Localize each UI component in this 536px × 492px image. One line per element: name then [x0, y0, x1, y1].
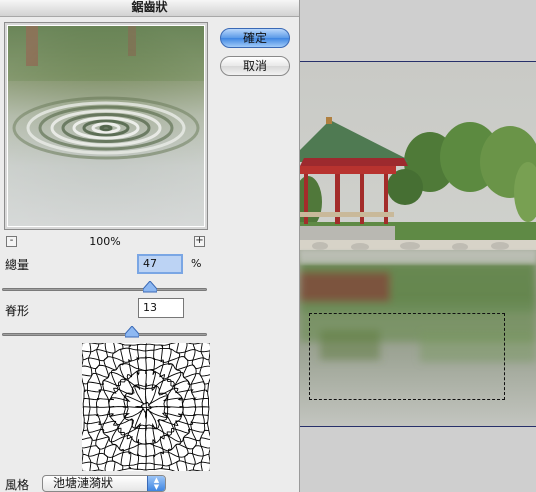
chevron-updown-icon: ▲ ▼ — [147, 476, 165, 491]
ridges-input[interactable]: 13 — [138, 298, 184, 318]
ridges-slider-thumb[interactable] — [125, 326, 139, 338]
zigzag-filter-dialog: 鋸齒狀 - 100% + 確定 取消 總量 47 % 脊形 13 風格 池塘漣漪… — [0, 0, 300, 492]
ripple-preview-image — [8, 26, 204, 226]
plus-icon: + — [195, 235, 204, 246]
amount-unit: % — [191, 257, 202, 270]
amount-slider-thumb[interactable] — [143, 281, 157, 293]
marquee-selection[interactable] — [309, 313, 505, 400]
style-select-value: 池塘漣漪狀 — [53, 476, 114, 490]
minus-icon: - — [9, 235, 14, 246]
zoom-out-button[interactable]: - — [6, 236, 17, 247]
amount-label: 總量 — [5, 258, 30, 272]
document-bottom-edge — [300, 426, 536, 427]
distortion-mesh-preview — [82, 343, 210, 471]
dialog-title: 鋸齒狀 — [131, 0, 168, 14]
cancel-button[interactable]: 取消 — [220, 56, 290, 76]
amount-input[interactable]: 47 — [137, 254, 183, 274]
style-select[interactable]: 池塘漣漪狀 ▲ ▼ — [42, 475, 166, 492]
zoom-in-button[interactable]: + — [194, 236, 205, 247]
ok-button[interactable]: 確定 — [220, 28, 290, 48]
style-label: 風格 — [5, 478, 30, 492]
ridges-slider[interactable] — [2, 333, 207, 336]
ridges-label: 脊形 — [5, 304, 30, 318]
zoom-level: 100% — [89, 235, 121, 248]
amount-slider[interactable] — [2, 288, 207, 291]
filter-preview[interactable] — [4, 22, 208, 230]
dialog-titlebar[interactable]: 鋸齒狀 — [0, 0, 299, 17]
